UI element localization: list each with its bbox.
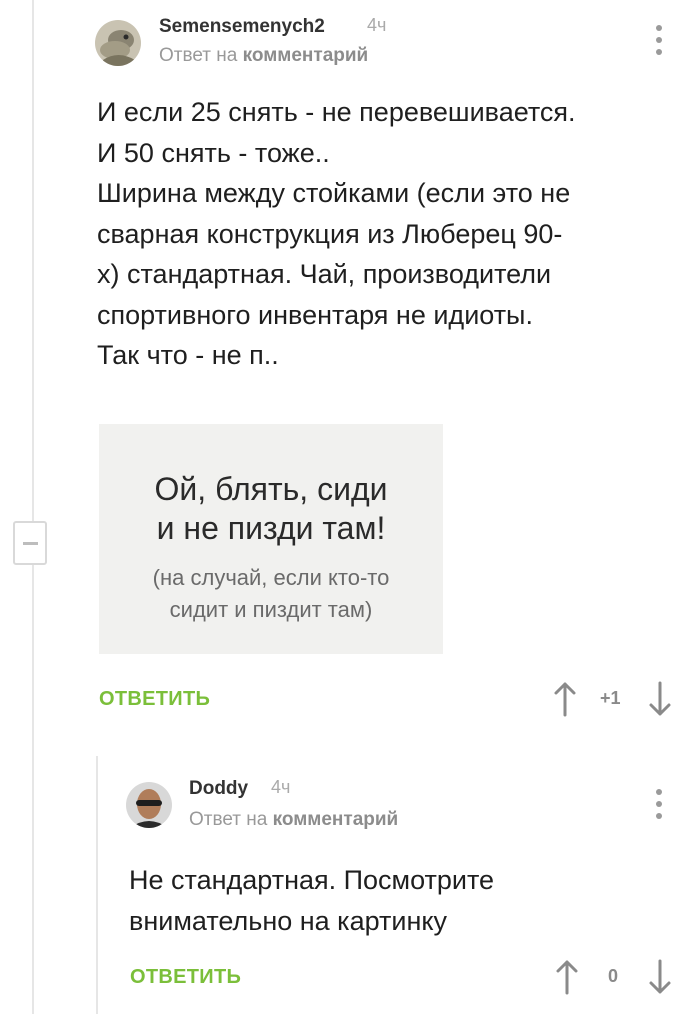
avatar-lizard-image xyxy=(95,20,141,66)
comment-body-line: спортивного инвентаря не идиоты. xyxy=(97,299,533,330)
comment-image[interactable]: Ой, блять, сиди и не пизди там! (на случ… xyxy=(99,424,443,654)
image-caption-main: Ой, блять, сиди и не пизди там! xyxy=(99,470,443,548)
image-caption-line: и не пизди там! xyxy=(156,510,386,546)
more-options-icon[interactable] xyxy=(649,22,669,58)
author-name[interactable]: Doddy xyxy=(189,778,248,800)
arrow-down-icon[interactable] xyxy=(648,959,672,995)
comment-body: Не стандартная. Посмотрите внимательно н… xyxy=(129,860,494,941)
reply-button[interactable]: ОТВЕТИТЬ xyxy=(130,966,241,989)
rating-count: 0 xyxy=(608,966,619,986)
author-name[interactable]: Semensemenych2 xyxy=(159,16,325,38)
comment-body-line: х) стандартная. Чай, производители xyxy=(97,259,552,289)
comment-time: 4ч xyxy=(367,15,387,35)
avatar-photo-image xyxy=(126,782,172,828)
thread-line-root-lower xyxy=(32,565,34,1014)
image-caption-line: (на случай, если кто-то xyxy=(152,565,390,590)
rating-count: +1 xyxy=(600,688,621,708)
image-caption-line: Ой, блять, сиди xyxy=(154,471,388,507)
comment-body-line: сварная конструкция из Люберец 90- xyxy=(97,218,563,249)
comment-time: 4ч xyxy=(271,777,291,797)
thread-line-nested xyxy=(96,756,98,1014)
comment-body-line: Не стандартная. Посмотрите xyxy=(129,865,495,895)
comment-body-line: И 50 снять - тоже.. xyxy=(97,137,330,168)
reply-prefix: Ответ на xyxy=(189,809,268,830)
arrow-up-icon[interactable] xyxy=(555,959,579,995)
more-options-icon[interactable] xyxy=(649,786,669,822)
image-caption-line: сидит и пиздит там) xyxy=(169,597,373,622)
reply-to-line[interactable]: Ответ на комментарий xyxy=(189,809,398,831)
comment-body-line: Так что - не п.. xyxy=(97,340,279,370)
collapse-thread-button[interactable] xyxy=(13,521,47,565)
avatar[interactable] xyxy=(126,782,172,828)
image-caption-sub: (на случай, если кто-то сидит и пиздит т… xyxy=(99,562,443,626)
comment-body-line: внимательно на картинку xyxy=(129,905,448,936)
reply-prefix: Ответ на xyxy=(159,45,238,66)
reply-to-line[interactable]: Ответ на комментарий xyxy=(159,45,368,67)
arrow-up-icon[interactable] xyxy=(553,681,577,717)
thread-line-root xyxy=(32,0,34,521)
reply-target-link[interactable]: комментарий xyxy=(243,45,369,66)
comment-body-line: И если 25 снять - не перевешивается. xyxy=(97,97,576,127)
avatar[interactable] xyxy=(95,20,141,66)
comment-body-line: Ширина между стойками (если это не xyxy=(97,178,571,208)
reply-target-link[interactable]: комментарий xyxy=(273,809,399,830)
reply-button[interactable]: ОТВЕТИТЬ xyxy=(99,688,210,711)
minus-icon xyxy=(23,542,38,545)
arrow-down-icon[interactable] xyxy=(648,681,672,717)
comment-body: И если 25 снять - не перевешивается. И 5… xyxy=(97,92,576,376)
